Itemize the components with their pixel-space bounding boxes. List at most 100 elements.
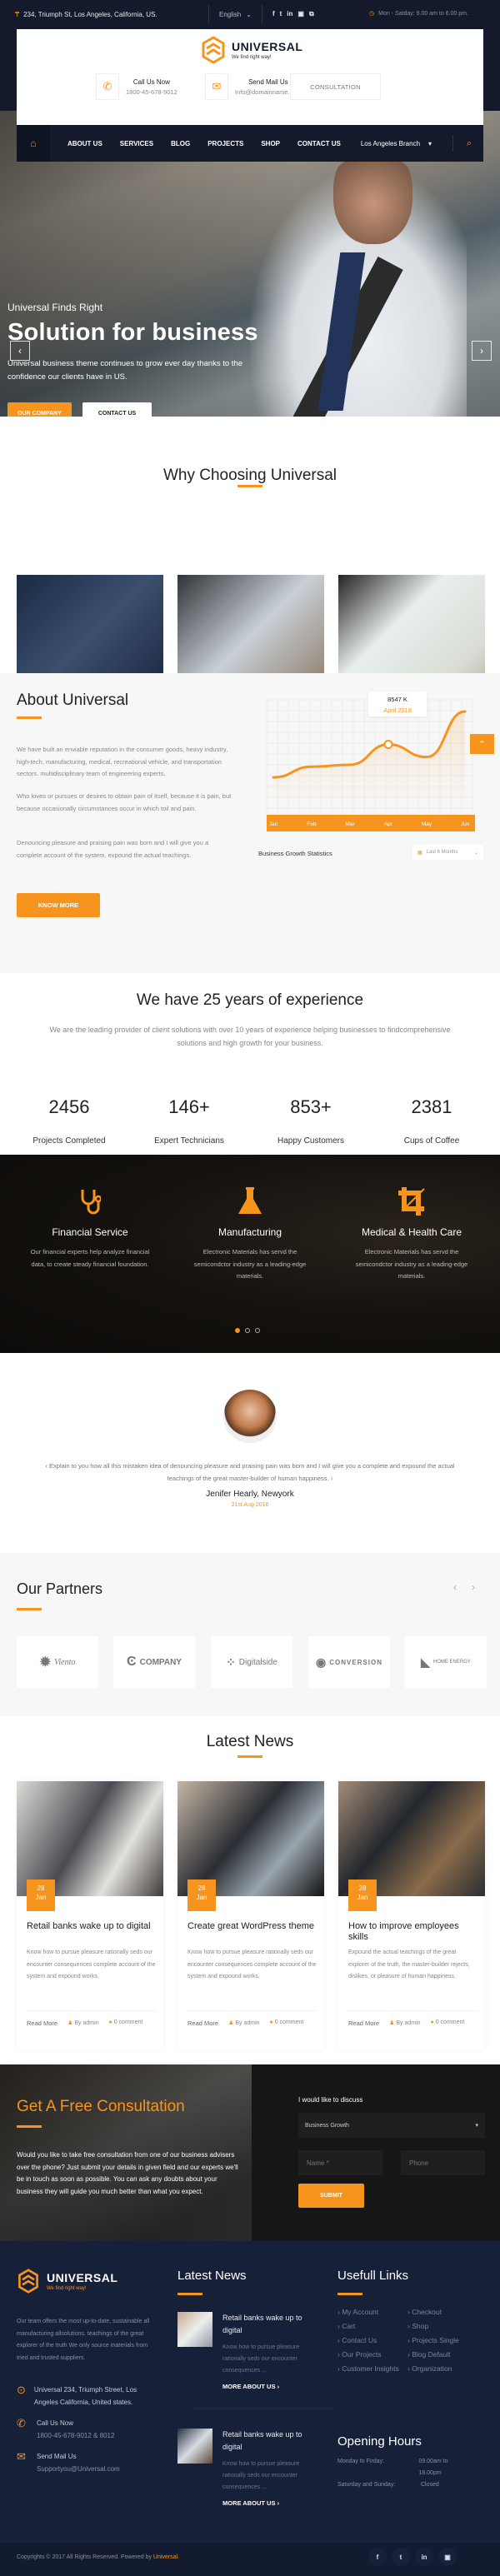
carousel-dot[interactable]: [245, 1328, 250, 1333]
know-more-button[interactable]: KNOW MORE: [17, 893, 100, 917]
news-date-badge: 28 Jan: [348, 1880, 377, 1911]
read-more-link[interactable]: Read More: [188, 2019, 218, 2027]
search-button[interactable]: ⌕: [452, 135, 472, 152]
comment-meta[interactable]: ● 0 comment: [270, 2019, 304, 2027]
brand-tagline: We find right way!: [232, 55, 272, 60]
consultation-button[interactable]: CONSULTATION: [290, 73, 381, 100]
branch-select[interactable]: Los Angeles Branch ▾: [361, 140, 432, 147]
footer-link[interactable]: My Account: [338, 2308, 408, 2316]
more-about-us-link[interactable]: MORE ABOUT US ›: [222, 2499, 279, 2507]
service-item[interactable]: Financial Service Our financial experts …: [7, 1185, 173, 1271]
nav-services[interactable]: SERVICES: [120, 140, 153, 147]
nav-shop[interactable]: SHOP: [261, 140, 280, 147]
language-select[interactable]: English ⌄: [208, 5, 262, 23]
facebook-icon[interactable]: f: [368, 2548, 387, 2566]
news-card[interactable]: 28 Jan How to improve employees skills Ex…: [338, 1781, 485, 2049]
news-title[interactable]: Retail banks wake up to digital: [222, 2429, 322, 2454]
carousel-dot[interactable]: [255, 1328, 260, 1333]
nav-blog[interactable]: BLOG: [171, 140, 190, 147]
footer-logo[interactable]: UNIVERSAL We find right way!: [17, 2269, 118, 2294]
phone-input[interactable]: [401, 2150, 485, 2175]
more-about-us-link[interactable]: MORE ABOUT US ›: [222, 2383, 279, 2390]
footer-link[interactable]: Organization: [408, 2364, 491, 2373]
chevron-right-icon[interactable]: ›: [472, 1581, 475, 1593]
section-title: About Universal: [17, 691, 129, 709]
next-testimonial-icon[interactable]: ›: [329, 1475, 333, 1482]
discuss-select[interactable]: Business Growth ▾: [298, 2113, 485, 2138]
name-input[interactable]: [298, 2150, 382, 2175]
news-section: Latest News 28 Jan Retail banks wake up t…: [0, 1716, 500, 2064]
footer-link[interactable]: Blog Default: [408, 2350, 491, 2359]
news-card[interactable]: 28 Jan Retail banks wake up to digital Kn…: [17, 1781, 163, 2049]
service-item[interactable]: Manufacturing Electronic Materials has s…: [167, 1185, 333, 1283]
footer-link[interactable]: Checkout: [408, 2308, 491, 2316]
comment-meta[interactable]: ● 0 comment: [431, 2019, 465, 2027]
linkedin-icon[interactable]: in: [287, 10, 292, 18]
scroll-top-button[interactable]: ⌃: [470, 734, 494, 754]
testimonial-name: Jenifer Hearly, Newyork: [206, 1490, 294, 1499]
news-title[interactable]: How to improve employees skills: [348, 1921, 478, 1943]
footer-link[interactable]: Projects Single: [408, 2336, 491, 2344]
skype-icon[interactable]: ⧉: [309, 10, 314, 18]
chevron-left-icon[interactable]: ‹: [453, 1581, 457, 1593]
vimeo-icon[interactable]: ▣: [298, 10, 304, 18]
envelope-icon: ✉: [205, 73, 228, 100]
testimonial-quote: Explain to you how all this mistaken ide…: [49, 1462, 455, 1482]
tooltip-label: April 2018: [383, 706, 412, 714]
logo-icon: [18, 2269, 38, 2294]
chart-period-select[interactable]: ▦ Last 6 Months ⌄: [412, 845, 483, 860]
home-button[interactable]: ⌂: [17, 125, 50, 162]
facebook-icon[interactable]: f: [272, 10, 275, 18]
submit-button[interactable]: SUBMIT: [298, 2184, 364, 2208]
partner-logo[interactable]: ◉ CONVERSION: [308, 1636, 390, 1688]
news-date-badge: 28 Jan: [188, 1880, 216, 1911]
carousel-dot[interactable]: [235, 1328, 240, 1333]
address-text: Universal 234, Triumph Street, Los Angel…: [33, 2386, 138, 2406]
crop-icon: [328, 1185, 495, 1218]
x-tick-label: Jan: [269, 821, 278, 827]
title-underline: [17, 716, 42, 719]
partner-logo[interactable]: ⁘ Digitalside: [211, 1636, 292, 1688]
footer-link[interactable]: Shop: [408, 2322, 491, 2330]
vimeo-icon[interactable]: ▣: [438, 2548, 457, 2566]
mail-value[interactable]: Supportyou@Universal.com: [37, 2464, 120, 2476]
our-company-button[interactable]: OUR COMPANY: [8, 402, 72, 417]
read-more-link[interactable]: Read More: [27, 2019, 58, 2027]
partner-logo[interactable]: ✹ Viento: [17, 1636, 98, 1688]
twitter-icon[interactable]: t: [280, 10, 282, 18]
chevron-up-icon: ⌃: [478, 739, 487, 750]
stat-item: 2456 Projects Completed: [7, 1096, 132, 1146]
copyright-brand-link[interactable]: Universal.: [153, 2554, 179, 2560]
chevron-right-icon: ›: [480, 345, 483, 357]
read-more-link[interactable]: Read More: [348, 2019, 379, 2027]
hours-text: Mon - Satday: 9.00 am to 6.00 pm.: [378, 11, 468, 17]
stat-item: 146+ Expert Technicians: [127, 1096, 252, 1146]
partner-logo[interactable]: ◣ HOME ENERGY: [405, 1636, 487, 1688]
footer-link[interactable]: Customer Insights: [338, 2364, 408, 2373]
service-item[interactable]: Medical & Health Care Electronic Materia…: [328, 1185, 495, 1283]
news-title[interactable]: Create great WordPress theme: [188, 1921, 317, 1932]
address-text: 234, Triumph St, Los Angeles, California…: [23, 10, 158, 18]
nav-about-us[interactable]: ABOUT US: [68, 140, 102, 147]
linkedin-icon[interactable]: in: [415, 2548, 433, 2566]
logo[interactable]: UNIVERSAL We find right way!: [202, 36, 302, 64]
prev-slide-button[interactable]: ‹: [10, 341, 30, 361]
news-excerpt: Expound the actual teachings of the grea…: [348, 1949, 470, 1979]
experience-section: We have 25 years of experience We are th…: [0, 973, 500, 1155]
twitter-icon[interactable]: t: [392, 2548, 410, 2566]
footer-link[interactable]: Our Projects: [338, 2350, 408, 2359]
news-title[interactable]: Retail banks wake up to digital: [222, 2312, 322, 2337]
tooltip-value: 8547 K: [388, 696, 408, 703]
partner-logo[interactable]: Ͼ COMPANY: [113, 1636, 195, 1688]
comment-meta[interactable]: ● 0 comment: [109, 2019, 143, 2027]
nav-contact-us[interactable]: CONTACT US: [298, 140, 341, 147]
news-title[interactable]: Retail banks wake up to digital: [27, 1921, 156, 1932]
news-card[interactable]: 28 Jan Create great WordPress theme Know …: [178, 1781, 324, 2049]
highlight-point[interactable]: [383, 740, 393, 750]
footer-link[interactable]: Cart: [338, 2322, 408, 2330]
next-slide-button[interactable]: ›: [472, 341, 492, 361]
link-label: MORE ABOUT US: [222, 2499, 276, 2507]
contact-us-button[interactable]: CONTACT US: [82, 402, 152, 417]
footer-link[interactable]: Contact Us: [338, 2336, 408, 2344]
nav-projects[interactable]: PROJECTS: [208, 140, 243, 147]
